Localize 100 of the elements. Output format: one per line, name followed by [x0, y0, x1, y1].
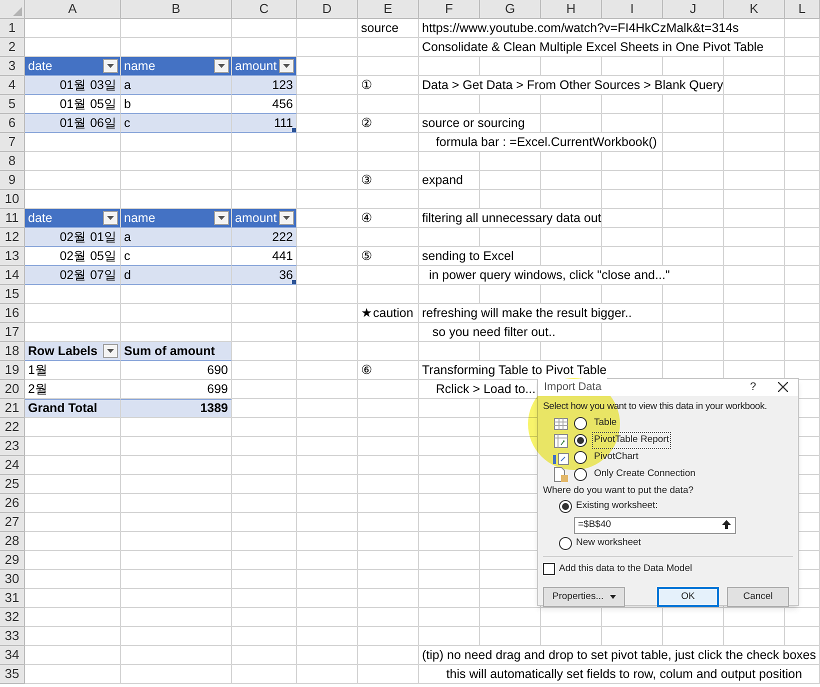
row-header[interactable]: 33: [0, 627, 25, 646]
resize-handle-icon[interactable]: [292, 128, 296, 132]
row-header[interactable]: 1: [0, 19, 25, 38]
spreadsheet-cell: [602, 95, 663, 114]
checkbox[interactable]: [543, 562, 555, 575]
row-header[interactable]: 30: [0, 570, 25, 589]
header-label: amount: [235, 58, 277, 75]
radio-button[interactable]: [574, 468, 587, 481]
row-header[interactable]: 16: [0, 304, 25, 323]
spreadsheet-cell: [663, 152, 724, 171]
row-header[interactable]: 20: [0, 380, 25, 399]
note-text: https://www.youtube.com/watch?v=FI4HkCzMalk&t=314s: [422, 18, 739, 38]
spreadsheet-cell: [232, 304, 297, 323]
row-header[interactable]: 6: [0, 114, 25, 133]
filter-button[interactable]: [103, 59, 118, 73]
spreadsheet-cell: [232, 608, 297, 627]
location-input[interactable]: =$B$40: [574, 516, 736, 534]
row-header[interactable]: 17: [0, 323, 25, 342]
option-label[interactable]: Table: [592, 416, 619, 431]
header-label: name: [124, 58, 156, 75]
filter-button[interactable]: [214, 211, 229, 225]
checkbox-label[interactable]: Add this data to the Data Model: [559, 562, 692, 576]
row-header[interactable]: 25: [0, 475, 25, 494]
row-header[interactable]: 4: [0, 76, 25, 95]
spreadsheet-cell: [297, 133, 358, 152]
spreadsheet-cell: [358, 570, 419, 589]
collapse-arrow-icon[interactable]: [722, 520, 731, 530]
row-header[interactable]: 3: [0, 57, 25, 76]
table-icon: [554, 418, 568, 430]
row-header[interactable]: 13: [0, 247, 25, 266]
spreadsheet-cell: [358, 532, 419, 551]
column-header[interactable]: H: [541, 0, 602, 19]
row-header[interactable]: 7: [0, 133, 25, 152]
row-header[interactable]: 22: [0, 418, 25, 437]
spreadsheet-cell: [785, 608, 820, 627]
row-header[interactable]: 28: [0, 532, 25, 551]
radio-button[interactable]: [559, 500, 572, 513]
help-button[interactable]: ?: [738, 379, 768, 396]
spreadsheet-cell: [358, 608, 419, 627]
spreadsheet-cell: [663, 608, 724, 627]
row-header[interactable]: 27: [0, 513, 25, 532]
spreadsheet-cell: [724, 323, 785, 342]
row-header[interactable]: 23: [0, 437, 25, 456]
grand-total-cell: Grand Total: [25, 399, 121, 418]
row-header[interactable]: 9: [0, 171, 25, 190]
cancel-button[interactable]: Cancel: [727, 586, 789, 607]
ok-button[interactable]: OK: [657, 586, 719, 607]
row-header[interactable]: 5: [0, 95, 25, 114]
row-header[interactable]: 11: [0, 209, 25, 228]
spreadsheet-cell: [785, 304, 820, 323]
filter-button[interactable]: [279, 211, 294, 225]
row-header[interactable]: 35: [0, 665, 25, 684]
spreadsheet-cell: [785, 342, 820, 361]
row-header[interactable]: 18: [0, 342, 25, 361]
column-header[interactable]: K: [724, 0, 785, 19]
close-icon[interactable]: [778, 382, 788, 392]
column-header[interactable]: I: [602, 0, 663, 19]
filter-button[interactable]: [214, 59, 229, 73]
column-header[interactable]: L: [785, 0, 820, 19]
row-header[interactable]: 15: [0, 285, 25, 304]
column-header[interactable]: E: [358, 0, 419, 19]
column-header[interactable]: C: [232, 0, 297, 19]
spreadsheet-cell: [232, 494, 297, 513]
spreadsheet-cell: [785, 228, 820, 247]
column-header[interactable]: A: [25, 0, 121, 19]
table-cell: 01월 05일: [25, 95, 121, 114]
filter-button[interactable]: [279, 59, 294, 73]
column-header[interactable]: G: [480, 0, 541, 19]
table-cell: b: [121, 95, 232, 114]
option-label[interactable]: Existing worksheet:: [576, 499, 658, 514]
row-header[interactable]: 12: [0, 228, 25, 247]
filter-button[interactable]: [103, 211, 118, 225]
radio-button[interactable]: [559, 537, 572, 550]
row-header[interactable]: 21: [0, 399, 25, 418]
row-header[interactable]: 29: [0, 551, 25, 570]
row-header[interactable]: 8: [0, 152, 25, 171]
column-header[interactable]: F: [419, 0, 480, 19]
spreadsheet-cell: [297, 285, 358, 304]
option-label[interactable]: Only Create Connection: [592, 467, 698, 482]
properties-button[interactable]: Properties...: [543, 586, 625, 607]
spreadsheet-cell: [724, 209, 785, 228]
row-header[interactable]: 26: [0, 494, 25, 513]
column-header[interactable]: J: [663, 0, 724, 19]
option-label[interactable]: New worksheet: [576, 536, 641, 551]
caret-icon: [218, 216, 225, 220]
column-header[interactable]: D: [297, 0, 358, 19]
resize-handle-icon[interactable]: [292, 280, 296, 284]
row-header[interactable]: 14: [0, 266, 25, 285]
spreadsheet-cell: [602, 608, 663, 627]
row-header[interactable]: 34: [0, 646, 25, 665]
column-header[interactable]: B: [121, 0, 232, 19]
row-header[interactable]: 10: [0, 190, 25, 209]
row-header[interactable]: 31: [0, 589, 25, 608]
note-text: Transforming Table to Pivot Table: [422, 360, 607, 380]
row-header[interactable]: 24: [0, 456, 25, 475]
row-header[interactable]: 32: [0, 608, 25, 627]
row-header[interactable]: 2: [0, 38, 25, 57]
filter-button[interactable]: [103, 344, 118, 358]
row-header[interactable]: 19: [0, 361, 25, 380]
spreadsheet-cell: [297, 570, 358, 589]
